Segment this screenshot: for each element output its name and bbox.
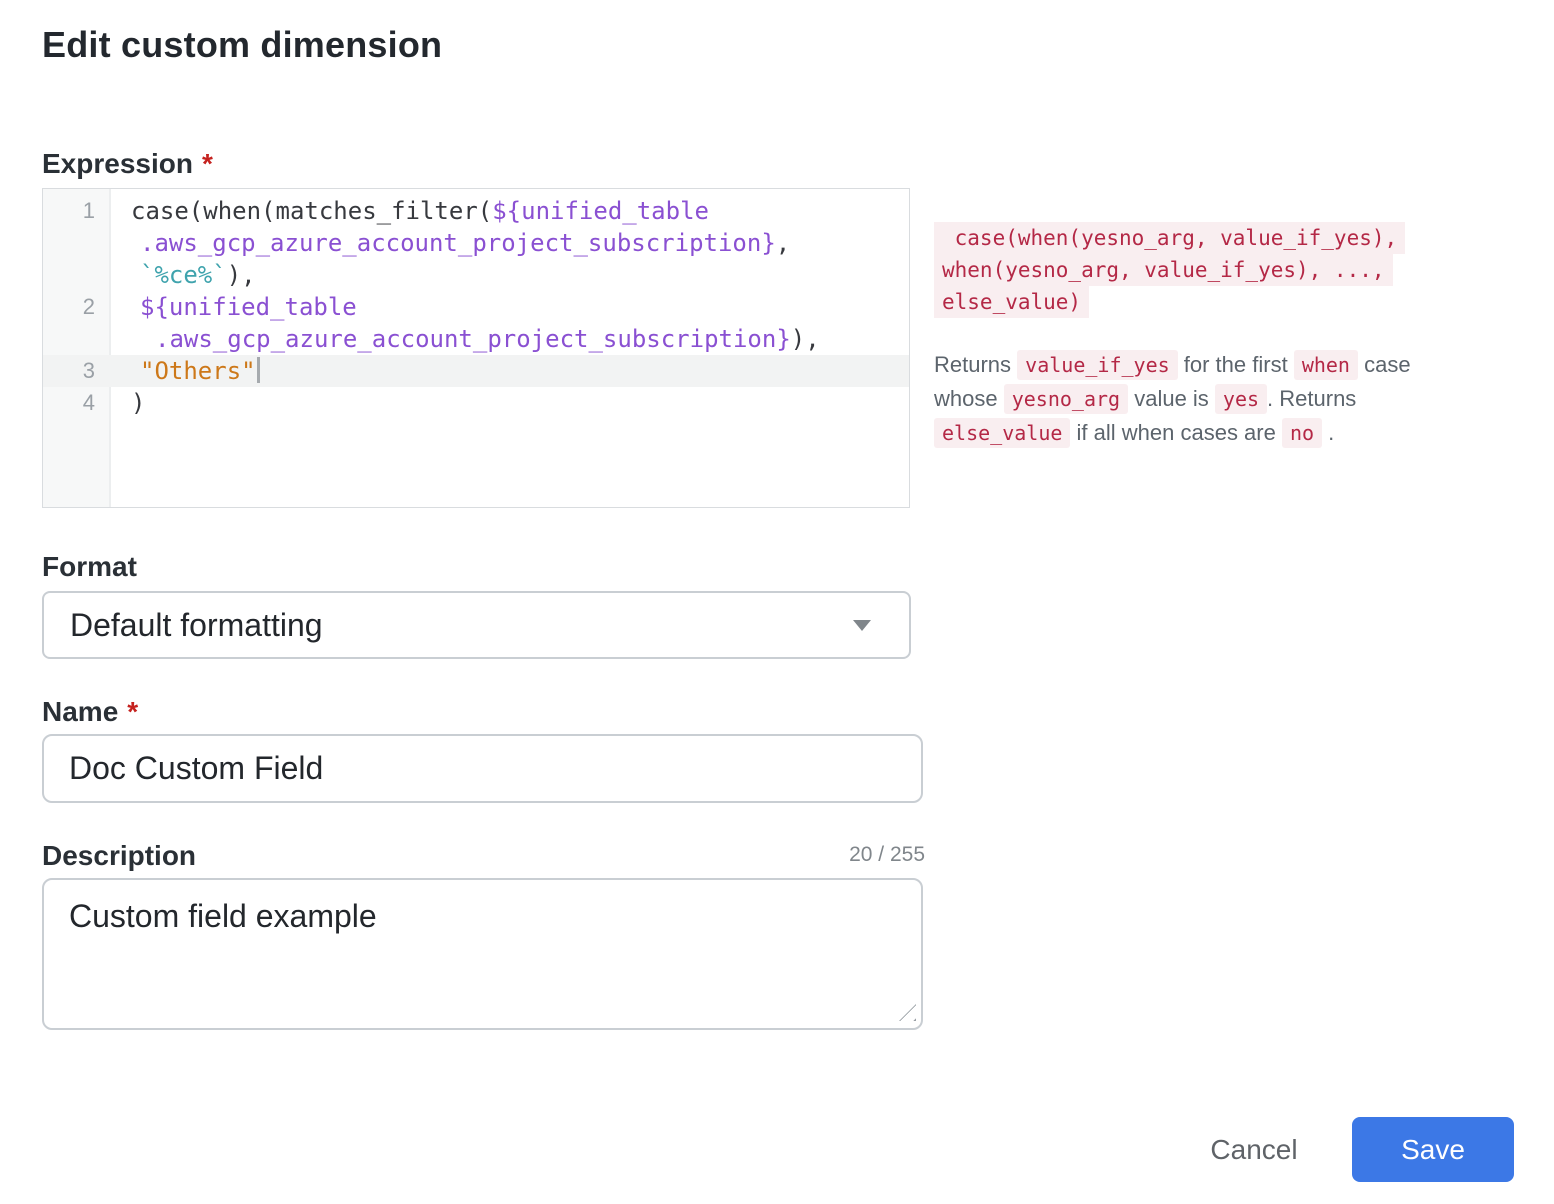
line-number <box>43 227 111 259</box>
line-number: 3 <box>43 355 111 387</box>
inline-code: when <box>1294 350 1358 380</box>
signature-line: case(when(yesno_arg, value_if_yes), <box>934 222 1405 254</box>
format-label: Format <box>42 551 137 583</box>
text-cursor <box>257 357 260 383</box>
inline-code: no <box>1282 418 1322 448</box>
required-asterisk: * <box>127 696 138 727</box>
inline-code: yes <box>1215 384 1267 414</box>
inline-code: else_value <box>934 418 1070 448</box>
signature-line: else_value) <box>934 286 1089 318</box>
code-line[interactable]: 4) <box>43 387 909 419</box>
code-token: "Others" <box>140 357 256 385</box>
format-select[interactable]: Default formatting <box>42 591 911 659</box>
expression-code-editor[interactable]: 1case(when(matches_filter(${unified_tabl… <box>42 188 910 508</box>
inline-code: value_if_yes <box>1017 350 1178 380</box>
code-token: `%ce%` <box>140 261 227 289</box>
function-description-text: Returns value_if_yes for the first when … <box>934 348 1464 450</box>
line-number: 2 <box>43 291 111 323</box>
code-token: .aws_gcp_azure_account_project_subscript… <box>140 229 776 257</box>
save-button[interactable]: Save <box>1352 1117 1514 1182</box>
help-text: . <box>1322 420 1334 445</box>
help-text: Returns <box>934 352 1017 377</box>
inline-code: yesno_arg <box>1004 384 1128 414</box>
code-token: ), <box>227 261 256 289</box>
name-label: Name * <box>42 696 138 728</box>
code-token: ), <box>791 325 820 353</box>
code-token: .aws_gcp_azure_account_project_subscript… <box>155 325 791 353</box>
expression-label-text: Expression <box>42 148 193 179</box>
code-token: ${unified_table <box>492 197 709 225</box>
line-number: 1 <box>43 195 111 227</box>
code-token: case(when(matches_filter( <box>131 197 492 225</box>
cancel-button[interactable]: Cancel <box>1188 1118 1320 1182</box>
description-field-container <box>42 878 923 1030</box>
line-number <box>43 323 111 355</box>
edit-custom-dimension-dialog: Edit custom dimension Expression * 1 case(… <box>0 0 1554 1204</box>
description-textarea[interactable] <box>42 878 923 1030</box>
line-number <box>43 259 111 291</box>
name-label-text: Name <box>42 696 118 727</box>
help-text: value is <box>1128 386 1215 411</box>
code-line[interactable]: .aws_gcp_azure_account_project_subscript… <box>43 323 909 355</box>
code-token: ${unified_table <box>140 293 357 321</box>
help-text: . Returns <box>1267 386 1356 411</box>
code-token: ) <box>131 389 145 417</box>
function-signature-block: case(when(yesno_arg, value_if_yes),when(… <box>934 222 1405 318</box>
expression-label: Expression * <box>42 148 213 180</box>
character-counter: 20 / 255 <box>42 843 925 867</box>
code-line[interactable]: `%ce%`), <box>43 259 909 291</box>
name-input[interactable] <box>42 734 923 803</box>
signature-line: when(yesno_arg, value_if_yes), ..., <box>934 254 1393 286</box>
chevron-down-icon <box>853 620 871 631</box>
code-line[interactable]: 2 ${unified_table <box>43 291 909 323</box>
page-title: Edit custom dimension <box>42 24 442 66</box>
help-text: if all when cases are <box>1070 420 1282 445</box>
format-select-value: Default formatting <box>70 607 853 644</box>
code-line[interactable]: .aws_gcp_azure_account_project_subscript… <box>43 227 909 259</box>
code-line[interactable]: 1 case(when(matches_filter(${unified_tabl… <box>43 195 909 227</box>
code-lines[interactable]: 1case(when(matches_filter(${unified_tabl… <box>43 189 909 419</box>
code-token: , <box>776 229 790 257</box>
line-number: 4 <box>43 387 111 419</box>
required-asterisk: * <box>202 148 213 179</box>
help-text: for the first <box>1178 352 1294 377</box>
code-line[interactable]: 3 "Others" <box>43 355 909 387</box>
